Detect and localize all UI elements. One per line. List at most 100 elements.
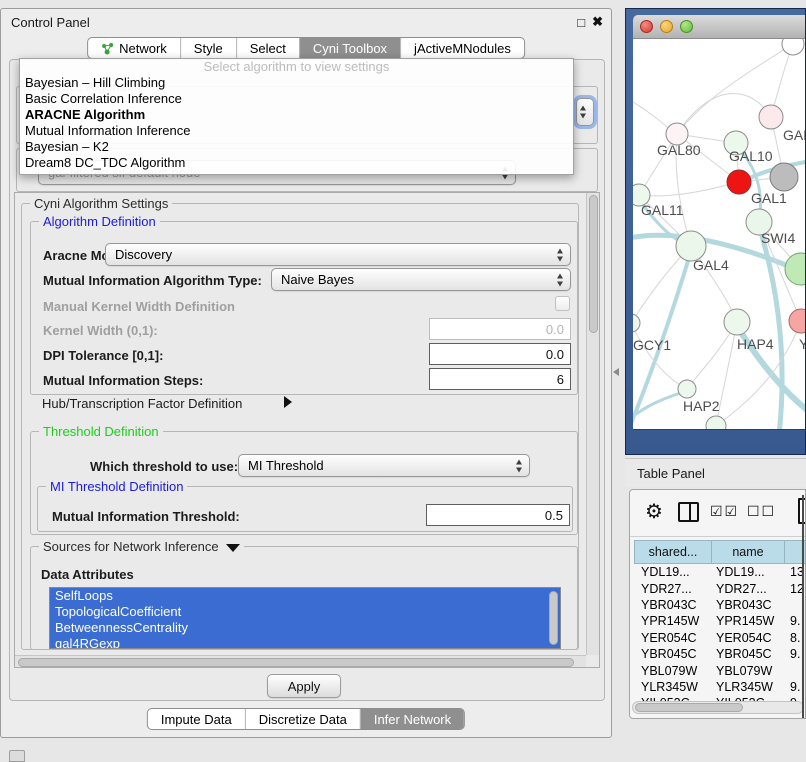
dropdown-item[interactable]: ARACNE Algorithm xyxy=(20,107,573,123)
dropdown-placeholder: Select algorithm to view settings xyxy=(20,59,573,75)
table-row[interactable]: YBL079WYBL079W xyxy=(634,662,806,678)
column-header[interactable]: shared... xyxy=(634,540,712,564)
network-node[interactable] xyxy=(782,39,804,55)
minimize-traffic-light[interactable] xyxy=(660,20,673,33)
divider-collapse-arrow[interactable] xyxy=(613,368,619,376)
tab-jactivemnodules[interactable]: jActiveMNodules xyxy=(400,38,524,58)
select-all-icon[interactable]: ☑☑ xyxy=(710,503,739,520)
tab-cyni-toolbox[interactable]: Cyni Toolbox xyxy=(299,38,400,58)
columns-icon[interactable] xyxy=(678,502,699,522)
top-tab-bar: Network Style Select Cyni Toolbox jActiveMNo… xyxy=(87,37,525,59)
node-label: GCY1 xyxy=(633,337,671,353)
network-node-gal2[interactable] xyxy=(759,105,783,129)
table-hscroll-thumb[interactable] xyxy=(635,703,743,712)
table-cell: YLR345W xyxy=(634,680,712,694)
table-header-row: shared...name xyxy=(634,540,806,564)
dropdown-item[interactable]: Dream8 DC_TDC Algorithm xyxy=(20,155,573,171)
dpi-tolerance-label: DPI Tolerance [0,1]: xyxy=(43,348,163,363)
table-row[interactable]: YER054CYER054C8. xyxy=(634,630,806,646)
network-view-window: GAL2GAL80GAL10GAL1GAL11SWI4GAL4GCY1HAP4Y… xyxy=(625,8,806,455)
mi-steps-field[interactable]: 6 xyxy=(429,368,571,390)
tab-infer-network[interactable]: Infer Network xyxy=(360,709,464,729)
algorithm-dropdown-popup: Select algorithm to view settings Bayesi… xyxy=(19,58,574,175)
settings-vscroll-thumb[interactable] xyxy=(589,195,598,333)
aracne-mode-combo[interactable]: Discovery xyxy=(105,243,571,266)
attribute-list-item[interactable]: SelfLoops xyxy=(50,588,560,604)
sources-legend-text: Sources for Network Inference xyxy=(43,539,219,554)
attribute-list-item[interactable]: TopologicalCoefficient xyxy=(50,604,560,620)
node-label: Y xyxy=(799,336,805,352)
tab-label: Network xyxy=(119,41,167,56)
settings-vertical-scrollbar xyxy=(586,193,599,655)
network-window-titlebar xyxy=(633,15,805,39)
column-header[interactable]: name xyxy=(711,540,785,564)
kernel-width-field[interactable]: 0.0 xyxy=(429,318,571,340)
tab-label: Style xyxy=(194,41,223,56)
apply-button[interactable]: Apply xyxy=(267,674,341,698)
network-node-hap4[interactable] xyxy=(724,309,750,335)
maximize-icon[interactable]: □ xyxy=(577,15,585,30)
tab-label: Cyni Toolbox xyxy=(313,41,387,56)
collapse-down-icon[interactable] xyxy=(226,544,240,552)
attribute-list-item[interactable]: gal4RGexp xyxy=(50,636,560,649)
table-row[interactable]: YPR145WYPR145W9. xyxy=(634,613,806,629)
algorithm-definition-group: Algorithm Definition Aracne Mode: Discov… xyxy=(30,221,578,395)
dropdown-item[interactable]: Bayesian – K2 xyxy=(20,139,573,155)
close-icon[interactable]: ✖ xyxy=(592,14,603,30)
dpi-tolerance-field[interactable]: 0.0 xyxy=(429,343,571,365)
tab-select[interactable]: Select xyxy=(236,38,299,58)
network-node-hap2[interactable] xyxy=(678,380,696,398)
table-row[interactable]: YBR043CYBR043C xyxy=(634,597,806,613)
dropdown-item[interactable]: Basic Correlation Inference xyxy=(20,91,573,107)
table-row[interactable]: YLR345WYLR345W9. xyxy=(634,679,806,695)
dock-mini-icon[interactable] xyxy=(9,750,25,762)
mi-type-label: Mutual Information Algorithm Type: xyxy=(43,273,262,288)
hub-expander-label[interactable]: Hub/Transcription Factor Definition xyxy=(42,396,242,411)
algorithm-combo-button[interactable] xyxy=(576,98,594,126)
dropdown-item[interactable]: Mutual Information Inference xyxy=(20,123,573,139)
table-cell: YER054C xyxy=(712,631,786,645)
network-node[interactable] xyxy=(770,163,798,191)
table-cell: YBL079W xyxy=(712,664,786,678)
list-scrollbar-thumb[interactable] xyxy=(549,591,558,645)
table-cell: YPR145W xyxy=(712,614,786,628)
attribute-list-item[interactable]: BetweennessCentrality xyxy=(50,620,560,636)
settings-hscroll-thumb[interactable] xyxy=(18,658,574,667)
deselect-all-icon[interactable]: ☐☐ xyxy=(747,503,776,520)
kernel-width-label: Kernel Width (0,1): xyxy=(43,323,158,338)
expand-right-icon[interactable] xyxy=(284,396,292,408)
table-row[interactable]: YBR045CYBR045C9. xyxy=(634,646,806,662)
gear-icon[interactable]: ⚙ xyxy=(645,499,663,524)
table-panel-body: ⚙ ☑☑ ☐☐ shared...name YDL19...YDL19...13… xyxy=(629,489,806,719)
tab-discretize-data[interactable]: Discretize Data xyxy=(245,709,360,729)
network-node[interactable] xyxy=(785,253,805,285)
threshold-definition-legend: Threshold Definition xyxy=(39,424,163,439)
zoom-traffic-light[interactable] xyxy=(680,20,693,33)
network-canvas[interactable]: GAL2GAL80GAL10GAL1GAL11SWI4GAL4GCY1HAP4Y… xyxy=(633,39,805,429)
table-row[interactable]: YDR27...YDR27...12 xyxy=(634,580,806,596)
node-label: HAP4 xyxy=(737,336,774,352)
manual-kernel-checkbox[interactable] xyxy=(555,296,570,311)
mi-threshold-field[interactable]: 0.5 xyxy=(426,504,570,526)
cyni-algorithm-settings-group: Cyni Algorithm Settings Algorithm Defini… xyxy=(21,203,579,650)
table-row[interactable]: YDL19...YDL19...13 xyxy=(634,564,806,580)
table-cell: YDR27... xyxy=(712,582,786,596)
close-traffic-light[interactable] xyxy=(640,20,653,33)
table-cell: YPR145W xyxy=(634,614,712,628)
network-node[interactable] xyxy=(706,416,726,429)
network-node-gcy1[interactable] xyxy=(633,314,640,332)
dropdown-item[interactable]: Bayesian – Hill Climbing xyxy=(20,75,573,91)
node-label: GAL4 xyxy=(693,257,729,273)
tab-style[interactable]: Style xyxy=(180,38,236,58)
tab-impute-data[interactable]: Impute Data xyxy=(148,709,245,729)
network-node-gal1[interactable] xyxy=(727,170,751,194)
tab-network[interactable]: Network xyxy=(88,38,180,58)
node-label: SWI4 xyxy=(761,230,795,246)
mi-threshold-legend: MI Threshold Definition xyxy=(46,479,187,494)
data-attributes-label: Data Attributes xyxy=(41,567,134,582)
table-cell: YDL19... xyxy=(712,565,786,579)
mi-type-combo[interactable]: Naive Bayes xyxy=(271,268,571,291)
control-panel-window: Control Panel □ ✖ NetworkStyleSelectCyni… xyxy=(0,8,612,738)
which-threshold-combo[interactable]: MI Threshold xyxy=(238,454,530,477)
network-node-y[interactable] xyxy=(789,309,805,333)
